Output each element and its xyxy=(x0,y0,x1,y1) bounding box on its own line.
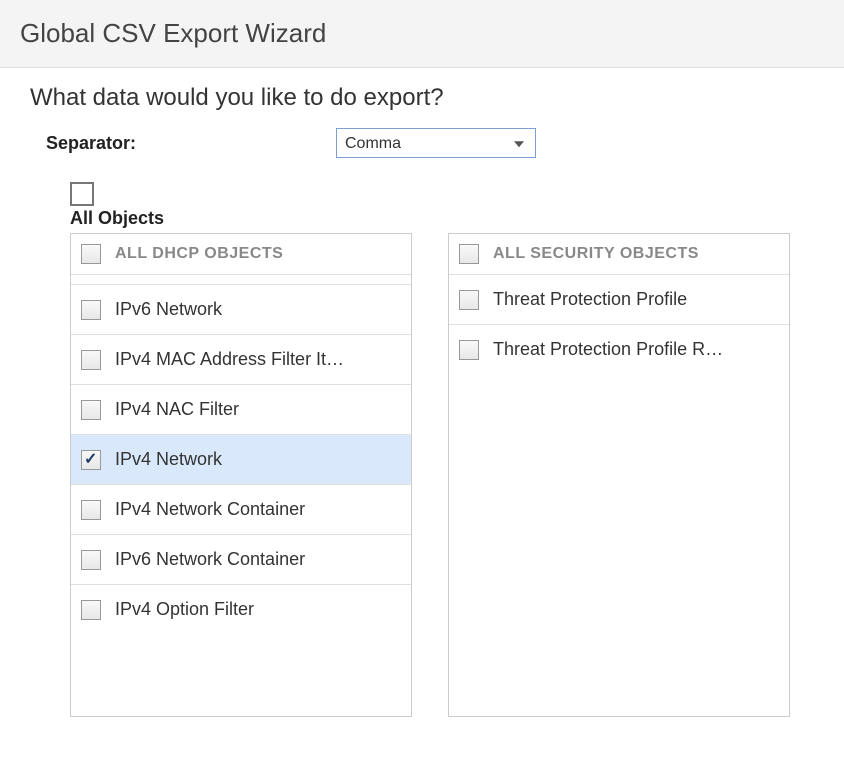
security-list-body[interactable]: Threat Protection Profile Threat Protect… xyxy=(449,275,789,716)
item-checkbox[interactable] xyxy=(459,340,479,360)
item-checkbox[interactable] xyxy=(81,500,101,520)
security-select-all-checkbox[interactable] xyxy=(459,244,479,264)
list-item[interactable]: Threat Protection Profile R… xyxy=(449,325,789,374)
list-item[interactable]: IPv4 NAC Filter xyxy=(71,385,411,435)
item-label: IPv6 Network xyxy=(115,299,222,320)
security-header-label: ALL SECURITY OBJECTS xyxy=(493,245,699,263)
dialog-title: Global CSV Export Wizard xyxy=(20,18,824,49)
dialog-header: Global CSV Export Wizard xyxy=(0,0,844,68)
list-item[interactable]: IPv4 MAC Address Filter It… xyxy=(71,335,411,385)
item-checkbox[interactable] xyxy=(459,290,479,310)
dhcp-objects-list: ALL DHCP OBJECTS IPv4 Fixed Address IPv6… xyxy=(70,233,412,717)
dhcp-header-label: ALL DHCP OBJECTS xyxy=(115,245,283,263)
all-objects-section: All Objects ALL DHCP OBJECTS IPv4 Fixed … xyxy=(30,182,814,717)
list-item[interactable]: IPv4 Network xyxy=(71,435,411,485)
security-objects-list: ALL SECURITY OBJECTS Threat Protection P… xyxy=(448,233,790,717)
item-checkbox[interactable] xyxy=(81,550,101,570)
item-label: IPv6 Network Container xyxy=(115,549,305,570)
all-objects-label: All Objects xyxy=(70,208,814,229)
separator-field: Separator: Comma xyxy=(30,128,814,158)
separator-select[interactable]: Comma xyxy=(336,128,536,158)
object-lists-row: ALL DHCP OBJECTS IPv4 Fixed Address IPv6… xyxy=(70,233,814,717)
item-label: IPv4 NAC Filter xyxy=(115,399,239,420)
security-list-header: ALL SECURITY OBJECTS xyxy=(449,234,789,275)
item-label: Threat Protection Profile R… xyxy=(493,339,723,360)
list-item[interactable]: IPv4 Network Container xyxy=(71,485,411,535)
item-label: IPv4 Option Filter xyxy=(115,599,254,620)
item-checkbox[interactable] xyxy=(81,350,101,370)
list-item[interactable]: IPv4 Fixed Address xyxy=(71,275,411,285)
item-checkbox[interactable] xyxy=(81,400,101,420)
dhcp-select-all-checkbox[interactable] xyxy=(81,244,101,264)
page-subtitle: What data would you like to do export? xyxy=(30,84,814,112)
list-item[interactable]: IPv6 Network Container xyxy=(71,535,411,585)
item-label: IPv4 Network xyxy=(115,449,222,470)
list-item[interactable]: IPv6 Network xyxy=(71,285,411,335)
dhcp-list-header: ALL DHCP OBJECTS xyxy=(71,234,411,275)
list-item[interactable]: Threat Protection Profile xyxy=(449,275,789,325)
dialog-content: What data would you like to do export? S… xyxy=(0,68,844,733)
dhcp-list-body[interactable]: IPv4 Fixed Address IPv6 Network IPv4 MAC… xyxy=(71,275,411,716)
all-objects-checkbox[interactable] xyxy=(70,182,94,206)
item-checkbox[interactable] xyxy=(81,600,101,620)
dhcp-list-scroll: IPv4 Fixed Address IPv6 Network IPv4 MAC… xyxy=(71,275,411,634)
item-checkbox[interactable] xyxy=(81,450,101,470)
item-checkbox[interactable] xyxy=(81,300,101,320)
separator-select-wrap: Comma xyxy=(336,128,536,158)
list-item[interactable]: IPv4 Option Filter xyxy=(71,585,411,634)
item-label: IPv4 Network Container xyxy=(115,499,305,520)
separator-label: Separator: xyxy=(46,133,336,154)
item-label: IPv4 MAC Address Filter It… xyxy=(115,349,344,370)
item-label: Threat Protection Profile xyxy=(493,289,687,310)
